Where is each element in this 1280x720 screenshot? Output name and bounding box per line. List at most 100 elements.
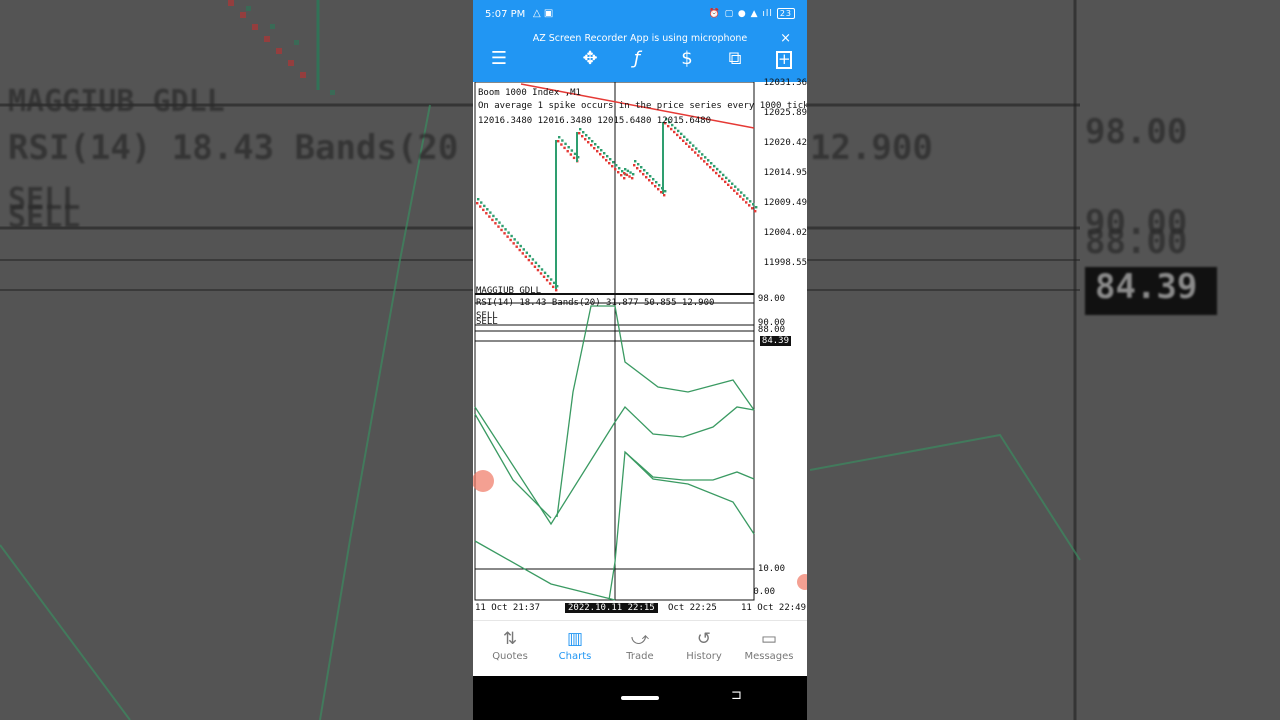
- background-indicator-params-tail: 12.900: [810, 128, 933, 168]
- candle-tick: [724, 180, 727, 184]
- candle-tick: [516, 241, 519, 244]
- candle-tick: [507, 231, 510, 234]
- chart-toolbar: ☰ ✥ ƒ $ ⧉ +: [473, 44, 807, 82]
- background-indicator-name: MAGGIUB GDLL: [8, 84, 225, 119]
- candle-tick: [525, 251, 529, 254]
- candle-tick: [579, 128, 582, 131]
- nav-label: Trade: [626, 651, 654, 662]
- indicator-params: RSI(14) 18.43 Bands(20) 31.877 50.855 12…: [476, 298, 715, 308]
- candle-tick: [731, 182, 734, 185]
- candle-tick: [670, 127, 673, 131]
- candle-tick: [642, 173, 645, 176]
- candle-tick: [745, 201, 748, 204]
- quotes-icon: ⇅: [502, 629, 518, 649]
- candle-tick: [707, 159, 710, 162]
- candle-tick: [697, 154, 700, 157]
- home-button[interactable]: [621, 696, 659, 700]
- current-value-box: 84.39: [759, 336, 791, 346]
- candle-tick: [498, 221, 501, 224]
- nav-history[interactable]: ↺ History: [672, 627, 736, 662]
- candle-tick: [628, 175, 631, 178]
- candle-tick: [658, 184, 661, 187]
- candle-tick: [677, 129, 680, 133]
- indicator-icon[interactable]: ƒ: [622, 46, 652, 74]
- candle-tick: [503, 232, 506, 235]
- chart-area[interactable]: Boom 1000 Index ,M1 On average 1 spike o…: [473, 78, 807, 620]
- candle-tick: [654, 185, 657, 188]
- symbol-icon[interactable]: $: [672, 46, 702, 74]
- menu-icon[interactable]: ☰: [484, 46, 514, 74]
- candle-tick: [623, 177, 626, 180]
- candle-tick: [725, 176, 728, 180]
- candle-tick: [688, 145, 691, 148]
- candle-tick: [612, 161, 615, 164]
- candle-tick: [584, 138, 587, 141]
- candle-tick: [701, 153, 704, 156]
- candle-tick: [494, 222, 497, 225]
- nav-charts[interactable]: ▥ Charts: [543, 627, 607, 662]
- phone-screen: 5:07 PM △ ▣ ⏰ ▢ ● ▲ ıll 23 AZ Screen Rec…: [473, 0, 807, 720]
- candle-tick: [603, 152, 606, 155]
- candle-tick: [522, 248, 525, 251]
- candle-tick: [637, 163, 640, 166]
- time-label: 11 Oct 21:37: [475, 603, 541, 613]
- candle-tick: [482, 208, 485, 212]
- system-navigation-bar: ⊐: [473, 676, 807, 720]
- rsi-label-10: 10.00: [757, 564, 785, 574]
- touch-indicator: [797, 574, 807, 590]
- candle-tick: [489, 211, 492, 214]
- candle-tick: [491, 218, 494, 222]
- price-label: 12031.36: [763, 78, 807, 88]
- rsi-label-98: 98.00: [757, 294, 785, 304]
- candle-tick: [605, 159, 608, 162]
- candle-tick: [712, 168, 715, 172]
- candle-tick: [533, 265, 537, 268]
- candle-tick: [692, 144, 695, 147]
- candle-tick: [488, 215, 491, 218]
- candle-tick: [521, 252, 524, 255]
- candle-tick: [483, 204, 486, 208]
- candle-tick: [655, 181, 658, 184]
- crosshair-icon[interactable]: ✥: [575, 46, 605, 74]
- history-icon: ↺: [696, 629, 712, 649]
- candle-tick: [728, 179, 731, 182]
- candle-tick: [698, 150, 701, 153]
- symbol-description: On average 1 spike occurs in the price s…: [478, 101, 807, 111]
- candle-tick: [680, 132, 683, 136]
- nav-messages[interactable]: ▭ Messages: [737, 627, 801, 662]
- candle-tick: [733, 189, 736, 192]
- candle-tick: [755, 206, 758, 209]
- candle-tick: [685, 142, 688, 145]
- candle-tick: [614, 168, 617, 171]
- candle-tick: [689, 141, 692, 144]
- candle-tick: [497, 225, 500, 228]
- candle-tick: [588, 137, 591, 140]
- candle-tick: [524, 255, 528, 258]
- candle-tick: [752, 203, 755, 206]
- ohlc-values: 12016.3480 12016.3480 12015.6480 12015.6…: [478, 116, 711, 126]
- candle-tick: [639, 170, 642, 173]
- candle-tick: [501, 224, 504, 228]
- chart-canvas[interactable]: [473, 82, 807, 620]
- candle-tick: [486, 208, 489, 211]
- candle-tick: [676, 133, 679, 137]
- candle-tick: [719, 170, 722, 174]
- candle-tick: [540, 268, 544, 271]
- back-icon[interactable]: ⊐: [731, 688, 742, 703]
- nav-quotes[interactable]: ⇅ Quotes: [478, 627, 542, 662]
- candle-tick: [515, 245, 518, 248]
- candle-tick: [691, 148, 694, 151]
- candle-tick: [663, 194, 666, 197]
- candle-tick: [751, 207, 754, 210]
- candle-tick: [585, 134, 588, 137]
- candle-tick: [599, 153, 602, 156]
- timeframe-icon[interactable]: ⧉: [720, 46, 750, 74]
- candle-tick: [537, 264, 541, 268]
- nav-trade[interactable]: ⤻ Trade: [608, 627, 672, 662]
- candle-tick: [476, 202, 479, 205]
- candle-tick: [542, 275, 546, 279]
- add-icon[interactable]: +: [769, 46, 799, 74]
- trade-icon: ⤻: [630, 629, 650, 649]
- candle-tick: [551, 285, 555, 289]
- candle-tick: [582, 131, 585, 134]
